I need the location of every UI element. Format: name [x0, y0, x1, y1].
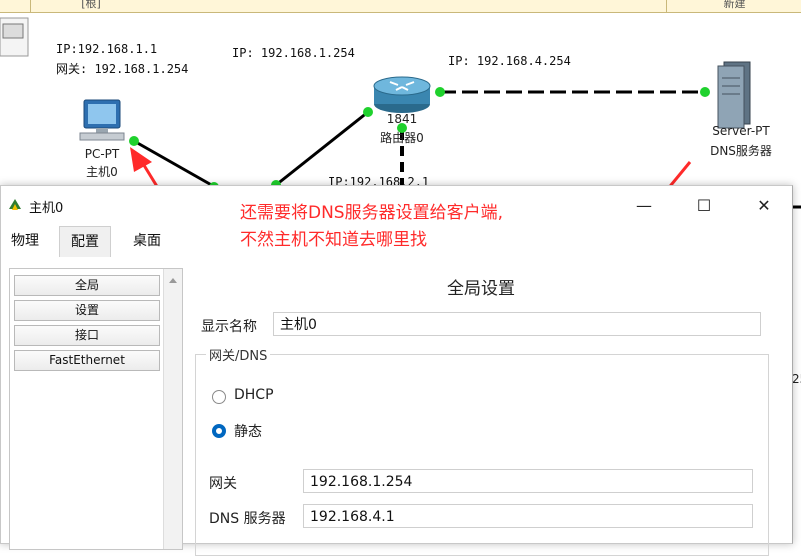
top-strip-root-label: [根] — [30, 0, 151, 12]
dns-server-input[interactable]: 192.168.4.1 — [303, 504, 753, 528]
pc-icon[interactable] — [79, 99, 125, 141]
server-type-label: Server-PT — [712, 124, 770, 138]
tab-desktop[interactable]: 桌面 — [119, 226, 175, 256]
router-left-ip-label: IP: 192.168.1.254 — [232, 46, 355, 60]
annotation-line-1: 还需要将DNS服务器设置给客户端, — [240, 203, 504, 223]
global-settings-panel: 全局设置 显示名称 主机0 网关/DNS DHCP 静态 网关 192.168.… — [191, 268, 781, 556]
tab-config[interactable]: 配置 — [59, 226, 111, 257]
edge-fragment-label: 25 — [792, 372, 801, 386]
top-strip-new-label: 新建 — [666, 0, 801, 12]
tab-physical[interactable]: 物理 — [1, 226, 49, 256]
pc-name-label: 主机0 — [86, 165, 118, 179]
nav-interface[interactable]: 接口 — [14, 325, 160, 346]
maximize-button[interactable]: ☐ — [689, 194, 719, 218]
display-name-input[interactable]: 主机0 — [273, 312, 761, 336]
minimize-button[interactable]: — — [629, 194, 659, 218]
nav-global[interactable]: 全局 — [14, 275, 160, 296]
close-button[interactable]: ✕ — [749, 194, 779, 218]
display-name-label: 显示名称 — [201, 319, 257, 335]
dns-server-label: DNS 服务器 — [209, 511, 286, 527]
nav-fastethernet[interactable]: FastEthernet — [14, 350, 160, 371]
pc-ip-label: IP:192.168.1.1 — [56, 42, 158, 56]
link-light — [435, 87, 445, 97]
static-radio[interactable] — [212, 424, 226, 438]
dialog-title: 主机0 — [29, 201, 64, 216]
annotation-line-2: 不然主机不知道去哪里找 — [240, 230, 427, 250]
scroll-up-icon[interactable] — [164, 273, 182, 289]
page-title: 全局设置 — [447, 279, 515, 299]
dhcp-label: DHCP — [234, 387, 274, 403]
config-nav-panel: 全局 设置 接口 FastEthernet — [9, 268, 183, 550]
router-name-label: 路由器0 — [380, 131, 424, 145]
canvas-corner-widget — [0, 17, 29, 57]
router-right-ip-label: IP: 192.168.4.254 — [448, 54, 571, 68]
pc-gateway-label: 网关: 192.168.1.254 — [56, 62, 189, 76]
server-name-label: DNS服务器 — [710, 144, 772, 158]
dhcp-radio[interactable] — [212, 390, 226, 404]
nav-scrollbar[interactable] — [163, 269, 182, 549]
server-icon[interactable] — [717, 61, 751, 129]
router-model-label: 1841 — [386, 112, 418, 126]
nav-settings[interactable]: 设置 — [14, 300, 160, 321]
router-icon[interactable] — [373, 76, 431, 113]
gateway-label: 网关 — [209, 476, 237, 492]
dialog-tabs: 物理 配置 桌面 — [1, 226, 181, 257]
link-light — [700, 87, 710, 97]
gateway-dns-legend: 网关/DNS — [206, 345, 271, 364]
link-light — [129, 136, 139, 146]
pc-type-label: PC-PT — [84, 147, 120, 161]
packet-tracer-icon — [7, 197, 23, 217]
static-label: 静态 — [234, 424, 262, 440]
gateway-input[interactable]: 192.168.1.254 — [303, 469, 753, 493]
